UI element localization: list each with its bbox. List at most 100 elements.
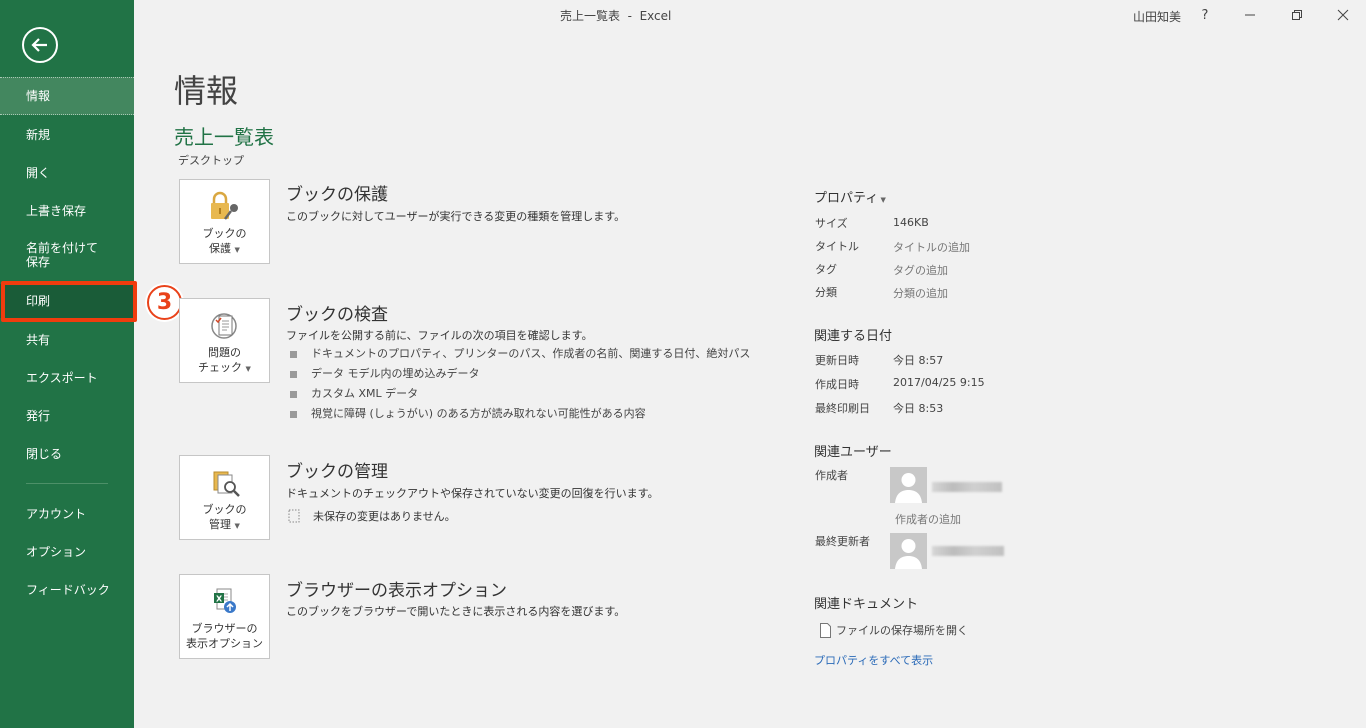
unsaved-changes-text: 未保存の変更はありません。 <box>313 510 456 523</box>
dropdown-caret-icon: ▼ <box>878 196 886 204</box>
nav-label: 名前を付けて 保存 <box>26 241 99 269</box>
nav-export[interactable]: エクスポート <box>0 361 134 395</box>
minimize-button[interactable] <box>1238 4 1262 26</box>
list-item-text: 視覚に障碍 (しょうがい) のある方が読み取れない可能性がある内容 <box>311 407 646 420</box>
nav-feedback[interactable]: フィードバック <box>0 573 134 607</box>
browser-view-options-label: ブラウザーの 表示オプション <box>186 622 263 650</box>
lock-key-icon <box>207 190 243 224</box>
nav-label: 上書き保存 <box>26 204 87 218</box>
svg-text:X: X <box>216 595 223 604</box>
author-label: 作成者 <box>815 469 848 482</box>
help-button[interactable]: ? <box>1193 4 1217 26</box>
nav-label: 開く <box>26 166 51 180</box>
list-item: 視覚に障碍 (しょうがい) のある方が読み取れない可能性がある内容 <box>290 404 750 424</box>
protect-section-title: ブックの保護 <box>286 185 388 205</box>
nav-open[interactable]: 開く <box>0 156 134 190</box>
protect-workbook-label: ブックの 保護 ▼ <box>203 226 247 258</box>
last-modified-by-label: 最終更新者 <box>815 535 870 548</box>
modifier-avatar <box>890 533 927 569</box>
check-issues-button[interactable]: 問題の チェック ▼ <box>179 298 270 383</box>
step-number-badge: 3 <box>147 285 182 320</box>
inspect-section-title: ブックの検査 <box>286 305 388 325</box>
author-name-redacted <box>932 482 1002 492</box>
created-date-value: 2017/04/25 9:15 <box>893 376 985 389</box>
prop-tags-input[interactable]: タグの追加 <box>893 262 948 278</box>
arrow-left-icon <box>31 38 47 52</box>
show-all-properties-link[interactable]: プロパティをすべて表示 <box>814 652 933 668</box>
prop-category-input[interactable]: 分類の追加 <box>893 285 948 301</box>
back-button[interactable] <box>22 27 58 63</box>
document-icon <box>820 622 831 638</box>
nav-label: アカウント <box>26 507 87 521</box>
close-icon <box>1337 9 1349 21</box>
browser-view-options-button[interactable]: X ブラウザーの 表示オプション <box>179 574 270 659</box>
nav-label: 情報 <box>26 89 51 103</box>
created-date-label: 作成日時 <box>815 378 859 391</box>
properties-heading-text: プロパティ <box>814 191 879 206</box>
document-dotted-icon <box>288 509 300 523</box>
printed-date-label: 最終印刷日 <box>815 402 870 415</box>
person-icon <box>895 473 922 503</box>
nav-info[interactable]: 情報 <box>0 77 134 115</box>
nav-divider <box>26 483 108 484</box>
minimize-icon <box>1245 14 1255 16</box>
page-title: 情報 <box>174 72 239 110</box>
nav-account[interactable]: アカウント <box>0 497 134 531</box>
manage-workbook-button[interactable]: ブックの 管理 ▼ <box>179 455 270 540</box>
list-item-text: データ モデル内の埋め込みデータ <box>311 367 480 380</box>
manage-section-desc: ドキュメントのチェックアウトや保存されていない変更の回復を行います。 <box>286 487 659 500</box>
nav-save-as[interactable]: 名前を付けて 保存 <box>0 236 134 274</box>
printed-date-value: 今日 8:53 <box>893 402 944 415</box>
excel-web-icon: X <box>207 585 243 619</box>
manage-workbook-label: ブックの 管理 ▼ <box>203 502 247 534</box>
list-item-text: ドキュメントのプロパティ、プリンターのパス、作成者の名前、関連する日付、絶対パス <box>311 347 751 360</box>
nav-save[interactable]: 上書き保存 <box>0 194 134 228</box>
browser-section-title: ブラウザーの表示オプション <box>286 581 507 601</box>
open-file-location-text: ファイルの保存場所を開く <box>836 624 968 637</box>
bullet-square-icon <box>290 350 297 358</box>
open-file-location-link[interactable]: ファイルの保存場所を開く <box>820 622 968 638</box>
inspect-items-list: ドキュメントのプロパティ、プリンターのパス、作成者の名前、関連する日付、絶対パス… <box>290 344 750 424</box>
inspect-section-desc: ファイルを公開する前に、ファイルの次の項目を確認します。 <box>286 329 593 342</box>
browser-section-desc: このブックをブラウザーで開いたときに表示される内容を選びます。 <box>286 605 626 618</box>
prop-title-label: タイトル <box>815 240 859 253</box>
list-item: カスタム XML データ <box>290 384 750 404</box>
modified-date-label: 更新日時 <box>815 354 859 367</box>
nav-label: 共有 <box>26 333 51 347</box>
properties-heading[interactable]: プロパティ ▼ <box>814 187 886 206</box>
prop-tags-label: タグ <box>815 263 837 276</box>
related-documents-heading: 関連ドキュメント <box>814 597 919 612</box>
backstage-sidebar: 情報 新規 開く 上書き保存 名前を付けて 保存 印刷 共有 エクスポート 発行… <box>0 0 134 728</box>
restore-button[interactable] <box>1285 4 1309 26</box>
user-name[interactable]: 山田知美 <box>1133 8 1181 25</box>
modifier-name-redacted <box>932 546 1004 556</box>
nav-print[interactable]: 印刷 <box>0 284 134 318</box>
nav-close[interactable]: 閉じる <box>0 437 134 471</box>
person-icon <box>895 539 922 569</box>
close-button[interactable] <box>1331 4 1355 26</box>
protect-workbook-button[interactable]: ブックの 保護 ▼ <box>179 179 270 264</box>
nav-options[interactable]: オプション <box>0 535 134 569</box>
bullet-square-icon <box>290 370 297 378</box>
restore-icon <box>1292 10 1302 20</box>
prop-category-label: 分類 <box>815 286 837 299</box>
add-author-input[interactable]: 作成者の追加 <box>895 511 961 527</box>
prop-size-value: 146KB <box>893 216 929 229</box>
nav-label: オプション <box>26 545 87 559</box>
dropdown-caret-icon: ▼ <box>245 365 251 373</box>
nav-new[interactable]: 新規 <box>0 118 134 152</box>
prop-size-label: サイズ <box>815 217 848 230</box>
manage-section-title: ブックの管理 <box>286 462 388 482</box>
check-issues-label: 問題の チェック ▼ <box>198 345 251 377</box>
nav-label: 印刷 <box>26 294 51 308</box>
list-item-text: カスタム XML データ <box>311 387 419 400</box>
unsaved-changes-note: 未保存の変更はありません。 <box>288 508 456 524</box>
nav-publish[interactable]: 発行 <box>0 399 134 433</box>
nav-label: 新規 <box>26 128 51 142</box>
dropdown-caret-icon: ▼ <box>234 522 240 530</box>
prop-title-input[interactable]: タイトルの追加 <box>893 239 970 255</box>
bullet-square-icon <box>290 410 297 418</box>
nav-share[interactable]: 共有 <box>0 323 134 357</box>
window-title: 売上一覧表 - Excel <box>560 9 672 23</box>
nav-label: フィードバック <box>26 583 110 597</box>
